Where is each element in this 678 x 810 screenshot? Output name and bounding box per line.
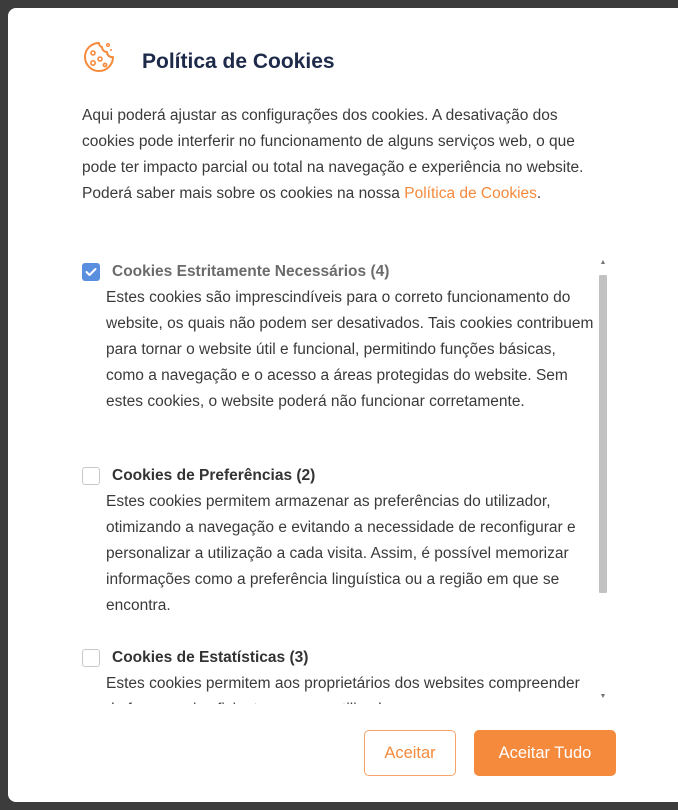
statistics-checkbox[interactable] [82, 649, 100, 667]
intro-text: Aqui poderá ajustar as configurações dos… [82, 103, 612, 207]
modal-title: Política de Cookies [142, 50, 335, 73]
cookie-categories-list[interactable]: Cookies Estritamente Necessários (4) Est… [82, 256, 612, 704]
scrollbar[interactable]: ▲ ▼ [597, 257, 609, 703]
category-statistics: Cookies de Estatísticas (3) Estes cookie… [82, 648, 592, 704]
intro-end: . [536, 185, 542, 202]
accept-all-button[interactable]: Aceitar Tudo [474, 730, 616, 776]
category-description: Estes cookies permitem aos proprietários… [106, 675, 580, 704]
scroll-thumb[interactable] [599, 275, 607, 593]
category-strictly-necessary: Cookies Estritamente Necessários (4) Est… [82, 262, 594, 415]
scroll-up-arrow-icon[interactable]: ▲ [599, 259, 607, 267]
category-title: Cookies de Estatísticas (3) [112, 649, 309, 666]
category-title: Cookies Estritamente Necessários (4) [112, 263, 390, 280]
strictly-necessary-checkbox[interactable] [82, 263, 100, 281]
category-description: Estes cookies permitem armazenar as pref… [106, 493, 576, 614]
modal-header [80, 38, 118, 76]
accept-button[interactable]: Aceitar [364, 730, 456, 776]
cookie-icon [80, 38, 118, 76]
preferences-checkbox[interactable] [82, 467, 100, 485]
cookie-policy-link[interactable]: Política de Cookies [404, 185, 537, 202]
scroll-down-arrow-icon[interactable]: ▼ [599, 693, 607, 701]
category-title: Cookies de Preferências (2) [112, 467, 316, 484]
category-preferences: Cookies de Preferências (2) Estes cookie… [82, 466, 592, 619]
category-description: Estes cookies são imprescindíveis para o… [106, 289, 594, 410]
